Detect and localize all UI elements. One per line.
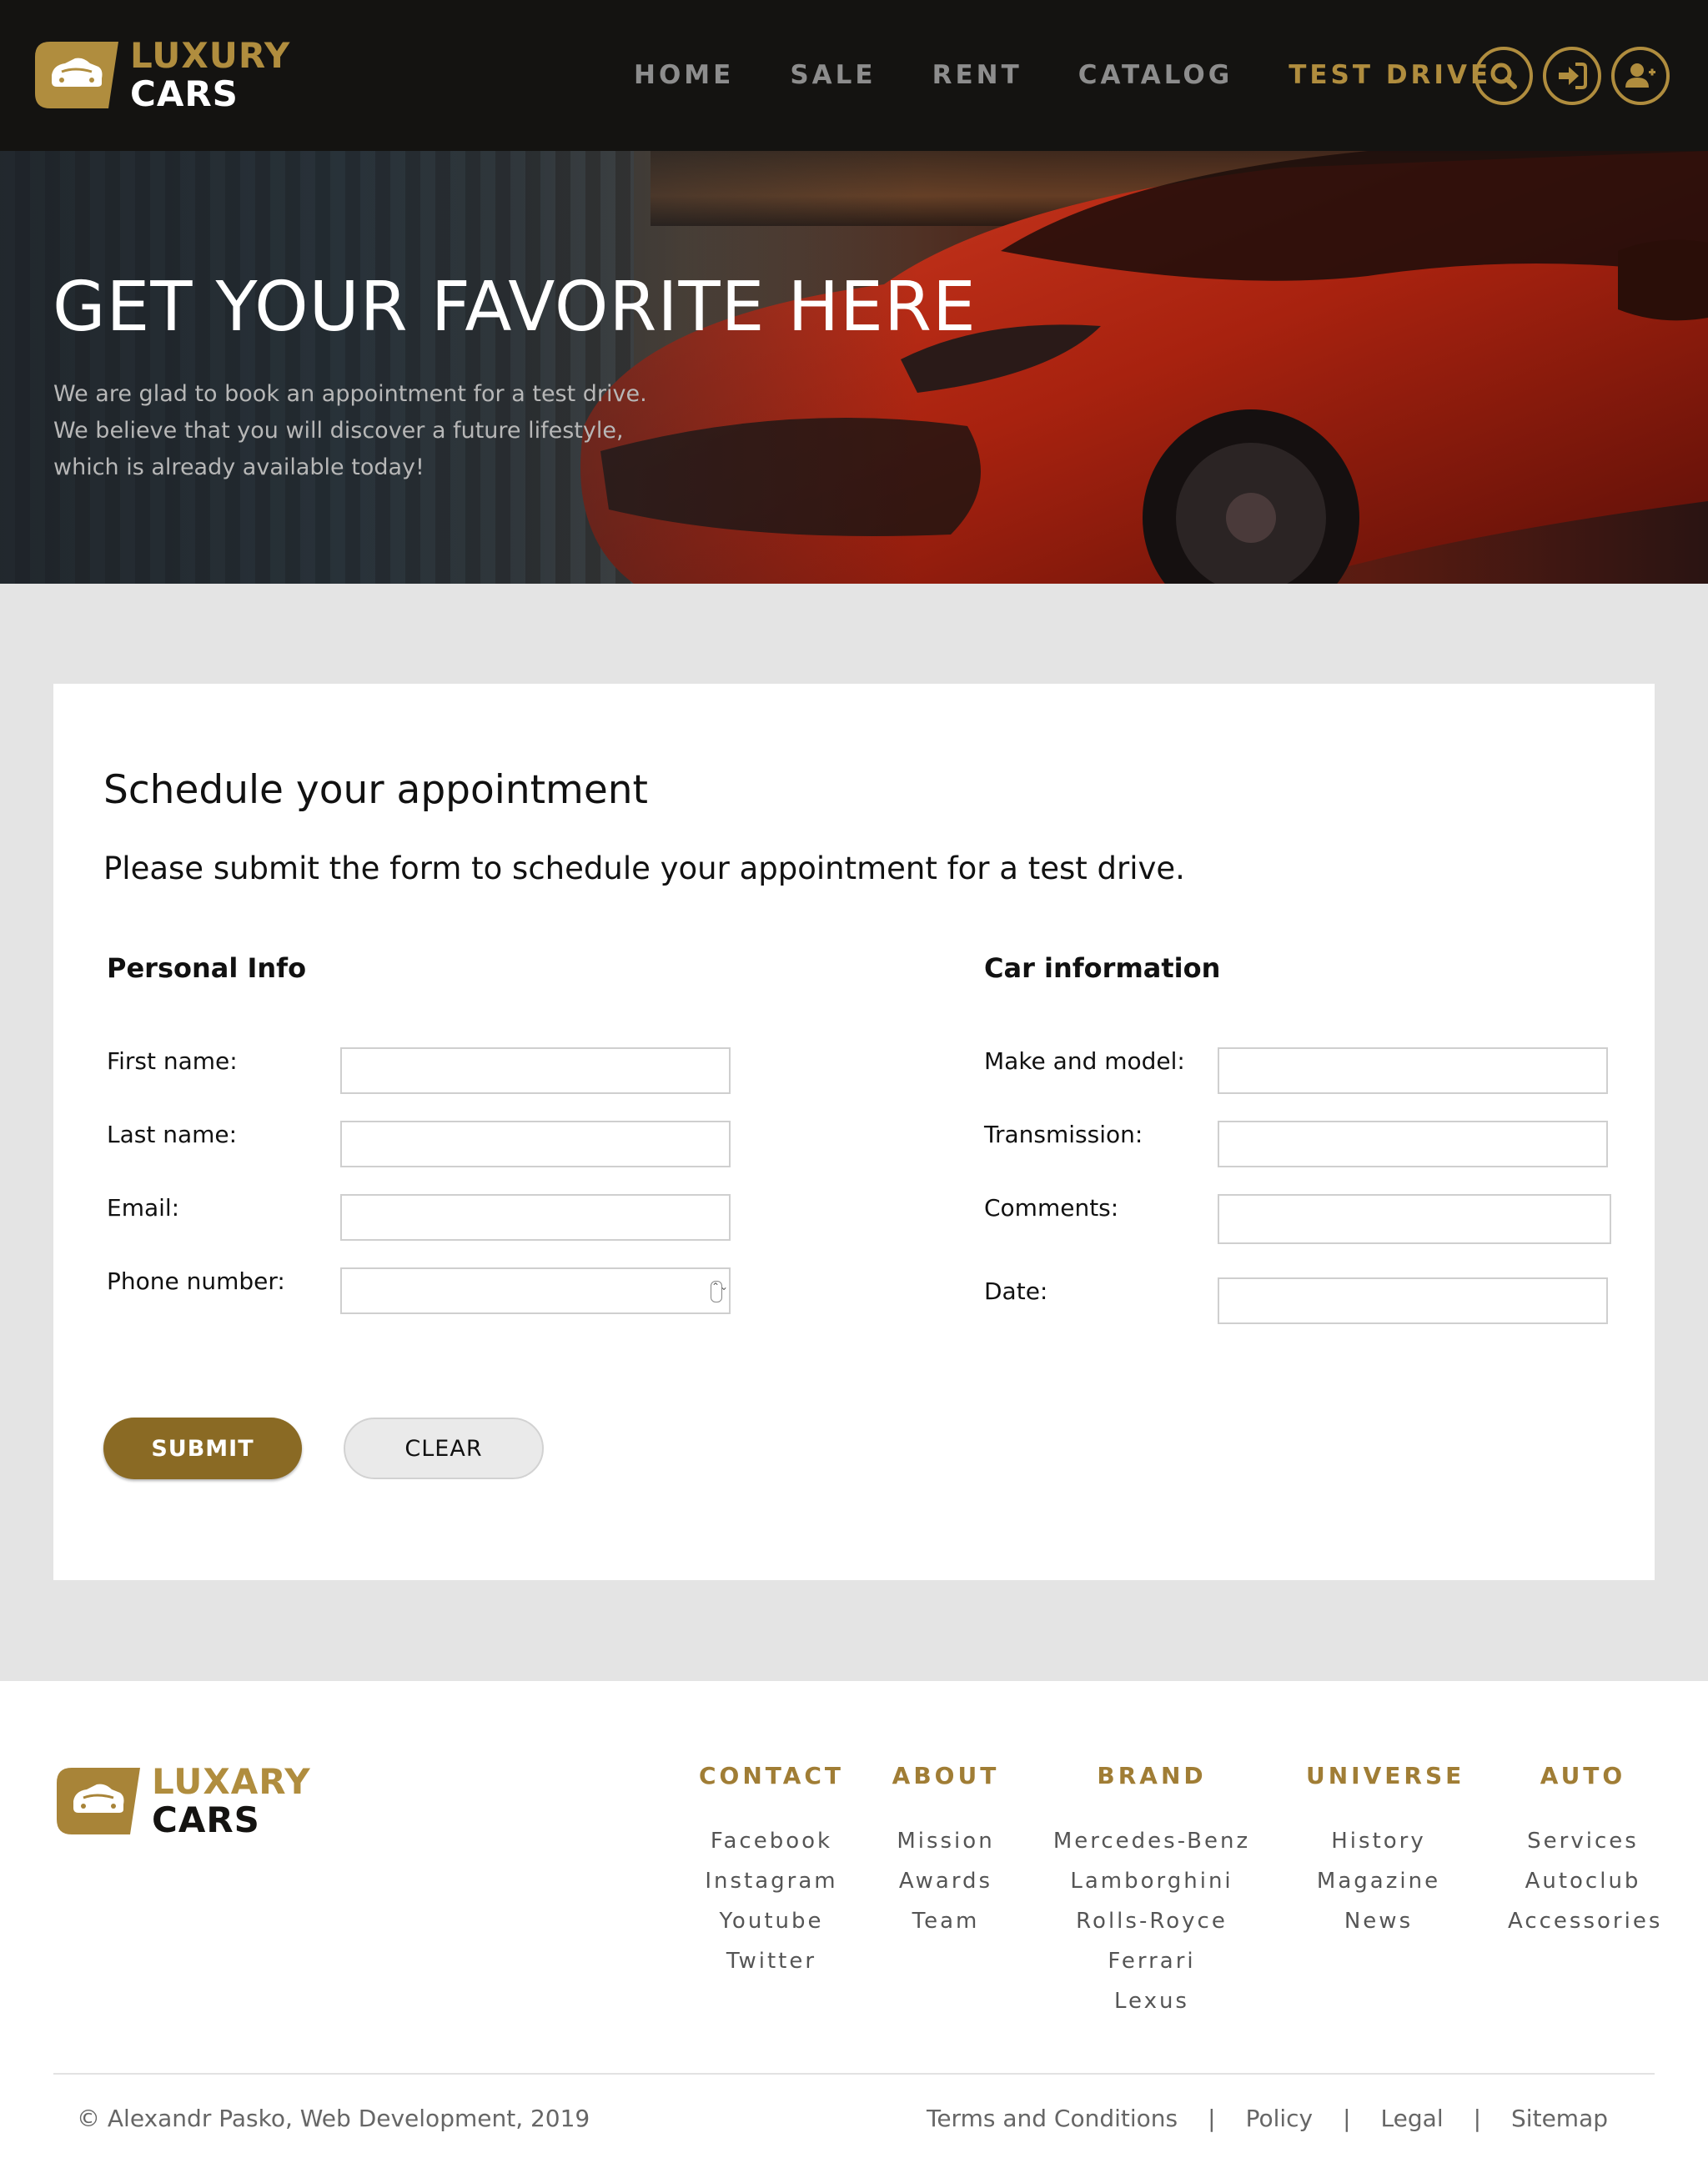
car-logo-icon [32, 38, 118, 112]
footer-column-about: ABOUT Mission Awards Team [886, 1761, 1006, 1941]
footer-link-youtube[interactable]: Youtube [694, 1901, 849, 1941]
footer-divider [53, 2073, 1655, 2075]
legal-links: Terms and Conditions | Policy | Legal | … [927, 2105, 1608, 2132]
phone-number-input[interactable]: ⌃⌄ [340, 1267, 731, 1314]
sign-in-icon[interactable] [1543, 47, 1601, 105]
nav-rent[interactable]: RENT [932, 50, 1022, 100]
nav-catalog[interactable]: CATALOG [1078, 50, 1233, 100]
personal-info-heading: Personal Info [107, 952, 307, 984]
car-information-heading: Car information [984, 952, 1221, 984]
footer-link-team[interactable]: Team [886, 1901, 1006, 1941]
footer-link-lamborghini[interactable]: Lamborghini [1052, 1861, 1251, 1901]
footer-heading-about: ABOUT [892, 1762, 1000, 1789]
copyright-text: © Alexandr Pasko, Web Development, 2019 [77, 2105, 590, 2132]
terms-link[interactable]: Terms and Conditions [927, 2105, 1178, 2132]
footer-link-instagram[interactable]: Instagram [694, 1861, 849, 1901]
footer-link-ferrari[interactable]: Ferrari [1052, 1941, 1251, 1981]
nav-test-drive[interactable]: TEST DRIVE [1289, 50, 1491, 100]
footer-link-accessories[interactable]: Accessories [1508, 1901, 1660, 1941]
footer-heading-universe: UNIVERSE [1306, 1762, 1465, 1789]
nav-sale[interactable]: SALE [790, 50, 876, 100]
footer-link-services[interactable]: Services [1508, 1821, 1658, 1861]
appointment-form-card: Schedule your appointment Please submit … [53, 684, 1655, 1580]
separator: | [1208, 2105, 1216, 2132]
add-user-icon[interactable] [1611, 47, 1670, 105]
first-name-label: First name: [107, 1047, 238, 1075]
comments-label: Comments: [984, 1194, 1119, 1222]
footer-link-lexus[interactable]: Lexus [1052, 1981, 1251, 2021]
footer-link-news[interactable]: News [1306, 1901, 1451, 1941]
separator: | [1473, 2105, 1482, 2132]
last-name-label: Last name: [107, 1121, 238, 1148]
form-title: Schedule your appointment [103, 767, 648, 813]
last-name-input[interactable] [340, 1121, 731, 1167]
make-model-label: Make and model: [984, 1047, 1185, 1075]
footer-column-brand: BRAND Mercedes-Benz Lamborghini Rolls-Ro… [1052, 1761, 1251, 2021]
footer-logo-line1: LUXARY [152, 1761, 311, 1802]
footer-link-mercedes-benz[interactable]: Mercedes-Benz [1052, 1821, 1251, 1861]
hero-line-2: We believe that you will discover a futu… [53, 418, 624, 444]
form-subtitle: Please submit the form to schedule your … [103, 851, 1185, 886]
hero-banner: GET YOUR FAVORITE HERE We are glad to bo… [0, 151, 1708, 584]
phone-number-label: Phone number: [107, 1267, 285, 1295]
footer-link-autoclub[interactable]: Autoclub [1508, 1861, 1658, 1901]
hero-title: GET YOUR FAVORITE HERE [53, 268, 977, 347]
footer-link-magazine[interactable]: Magazine [1306, 1861, 1451, 1901]
date-label: Date: [984, 1277, 1048, 1305]
site-header: LUXURY CARS HOME SALE RENT CATALOG TEST … [0, 0, 1708, 151]
footer-heading-auto: AUTO [1540, 1762, 1626, 1789]
clear-button[interactable]: CLEAR [344, 1418, 544, 1479]
transmission-input[interactable] [1218, 1121, 1608, 1167]
site-footer: LUXARY CARS CONTACT Facebook Instagram Y… [0, 1681, 1708, 2168]
first-name-input[interactable] [340, 1047, 731, 1094]
submit-button[interactable]: SUBMIT [103, 1418, 302, 1479]
email-input[interactable] [340, 1194, 731, 1241]
make-model-input[interactable] [1218, 1047, 1608, 1094]
nav-home[interactable]: HOME [634, 50, 734, 100]
logo-text-line1: LUXURY [130, 35, 291, 76]
transmission-label: Transmission: [984, 1121, 1143, 1148]
main-nav: HOME SALE RENT CATALOG TEST DRIVE [634, 50, 1547, 100]
separator: | [1343, 2105, 1351, 2132]
footer-link-facebook[interactable]: Facebook [694, 1821, 849, 1861]
footer-column-auto: AUTO Services Autoclub Accessories [1508, 1761, 1660, 1941]
email-label: Email: [107, 1194, 180, 1222]
footer-heading-brand: BRAND [1097, 1762, 1207, 1789]
comments-input[interactable] [1218, 1194, 1611, 1244]
logo-text-line2: CARS [130, 73, 239, 114]
footer-column-contact: CONTACT Facebook Instagram Youtube Twitt… [694, 1761, 849, 1981]
footer-link-twitter[interactable]: Twitter [694, 1941, 849, 1981]
hero-description: We are glad to book an appointment for a… [53, 376, 804, 486]
car-logo-icon [53, 1764, 140, 1838]
hero-line-3: which is already available today! [53, 454, 424, 480]
number-spinner-icon[interactable]: ⌃⌄ [711, 1281, 728, 1302]
footer-link-rolls-royce[interactable]: Rolls-Royce [1052, 1901, 1251, 1941]
date-input[interactable] [1218, 1277, 1608, 1324]
hero-line-1: We are glad to book an appointment for a… [53, 381, 647, 407]
legal-link[interactable]: Legal [1381, 2105, 1444, 2132]
footer-link-awards[interactable]: Awards [886, 1861, 1006, 1901]
footer-heading-contact: CONTACT [698, 1762, 845, 1789]
sitemap-link[interactable]: Sitemap [1511, 2105, 1608, 2132]
footer-link-history[interactable]: History [1306, 1821, 1451, 1861]
footer-logo-line2: CARS [152, 1799, 260, 1840]
footer-column-universe: UNIVERSE History Magazine News [1306, 1761, 1465, 1941]
policy-link[interactable]: Policy [1246, 2105, 1314, 2132]
header-logo[interactable]: LUXURY CARS [32, 37, 290, 113]
footer-link-mission[interactable]: Mission [886, 1821, 1006, 1861]
header-actions [1474, 47, 1680, 105]
search-icon[interactable] [1474, 47, 1533, 105]
footer-logo[interactable]: LUXARY CARS [53, 1763, 311, 1839]
